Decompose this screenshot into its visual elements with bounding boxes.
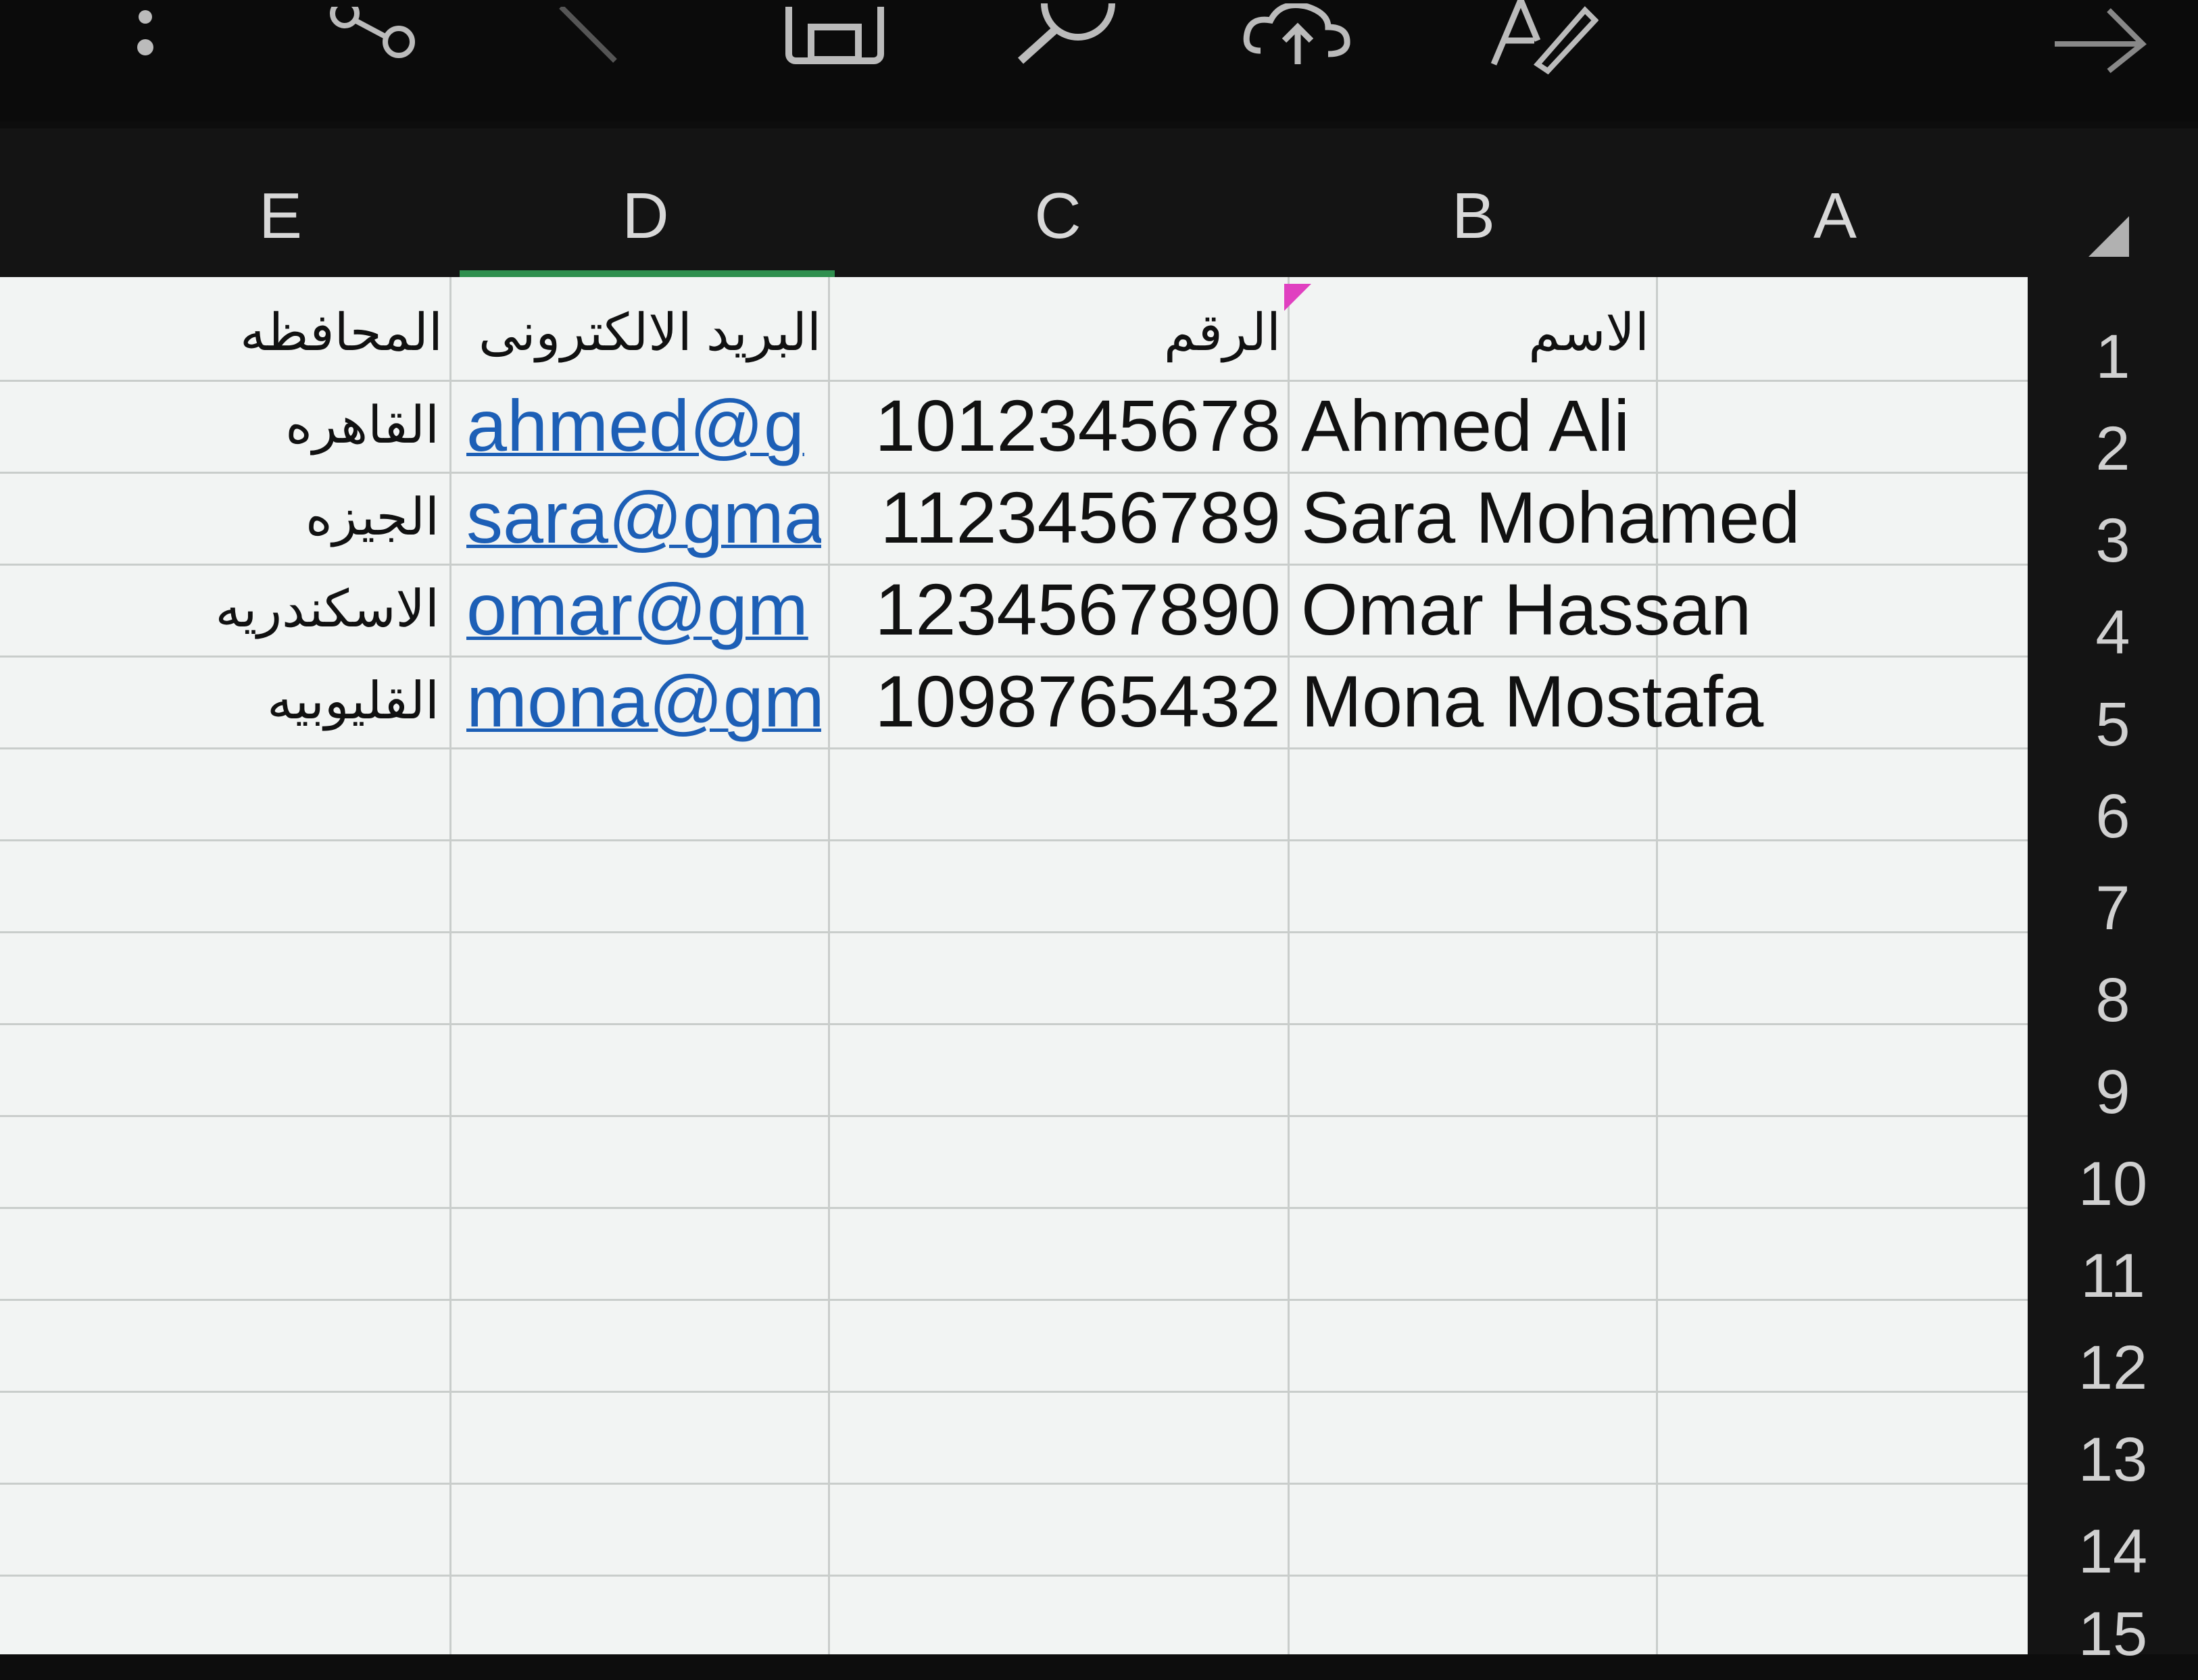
cell-b5[interactable]: Mona Mostafa	[1301, 656, 2011, 747]
cell-c1[interactable]: الرقم	[835, 287, 1281, 379]
cell-b1[interactable]: الاسم	[1294, 287, 1649, 379]
row-header-2[interactable]: 2	[2028, 403, 2198, 495]
column-header-e[interactable]: E	[223, 169, 338, 264]
row-header-14[interactable]: 14	[2028, 1506, 2198, 1598]
cell-b4[interactable]: Omar Hassan	[1301, 564, 2011, 656]
row-header-8[interactable]: 8	[2028, 954, 2198, 1046]
cell-c2[interactable]: 1012345678	[835, 380, 1281, 472]
spreadsheet-grid[interactable]: المحافظه البريد الالكترونى الرقم الاسم ا…	[0, 277, 2028, 1654]
save-icon[interactable]	[777, 0, 892, 74]
row-header-11[interactable]: 11	[2028, 1230, 2198, 1322]
row-header-9[interactable]: 9	[2028, 1046, 2198, 1138]
cloud-upload-icon[interactable]	[1237, 0, 1359, 74]
search-icon[interactable]	[1007, 0, 1129, 74]
more-icon[interactable]	[115, 0, 176, 74]
cell-e5[interactable]: القليوبيه	[0, 656, 439, 747]
cell-e1[interactable]: المحافظه	[0, 287, 443, 379]
row-header-15[interactable]: 15	[2028, 1588, 2198, 1680]
select-all-corner[interactable]	[2089, 216, 2129, 257]
column-header-c[interactable]: C	[1000, 169, 1115, 264]
cell-d3[interactable]: sara@gma	[466, 472, 821, 564]
cell-c5[interactable]: 1098765432	[835, 656, 1281, 747]
cell-e2[interactable]: القاهره	[0, 380, 439, 472]
cell-e4[interactable]: الاسكندريه	[0, 564, 439, 656]
cell-d1[interactable]: البريد الالكترونى	[456, 287, 821, 379]
cell-c3[interactable]: 1123456789	[835, 472, 1281, 564]
cell-d5[interactable]: mona@gm	[466, 656, 821, 747]
cell-b3[interactable]: Sara Mohamed	[1301, 472, 2011, 564]
row-header-5[interactable]: 5	[2028, 678, 2198, 770]
toolbar	[0, 0, 2198, 122]
cell-e3[interactable]: الجيزه	[0, 472, 439, 564]
share-icon[interactable]	[318, 0, 426, 74]
cell-b2[interactable]: Ahmed Ali	[1301, 380, 2011, 472]
row-header-4[interactable]: 4	[2028, 587, 2198, 678]
row-header-7[interactable]: 7	[2028, 862, 2198, 954]
row-header-12[interactable]: 12	[2028, 1322, 2198, 1414]
column-header-b[interactable]: B	[1416, 169, 1531, 264]
cell-d2[interactable]: ahmed@g	[466, 380, 821, 472]
column-header-a[interactable]: A	[1778, 169, 1892, 264]
pen-icon[interactable]	[547, 0, 629, 74]
forward-arrow-icon[interactable]	[2041, 0, 2156, 74]
row-header-13[interactable]: 13	[2028, 1414, 2198, 1506]
column-header-d[interactable]: D	[588, 169, 703, 264]
row-header-1[interactable]: 1	[2028, 311, 2198, 403]
cell-c4[interactable]: 1234567890	[835, 564, 1281, 656]
row-header-6[interactable]: 6	[2028, 770, 2198, 862]
column-selection-indicator	[460, 270, 835, 277]
row-header-3[interactable]: 3	[2028, 495, 2198, 587]
row-header-10[interactable]: 10	[2028, 1138, 2198, 1230]
cell-d4[interactable]: omar@gm	[466, 564, 821, 656]
column-header-bar: E D C B A	[0, 128, 2198, 277]
text-format-icon[interactable]	[1480, 0, 1602, 74]
row-header-bar: 1 2 3 4 5 6 7 8 9 10 11 12 13 14 15	[2028, 277, 2198, 1669]
